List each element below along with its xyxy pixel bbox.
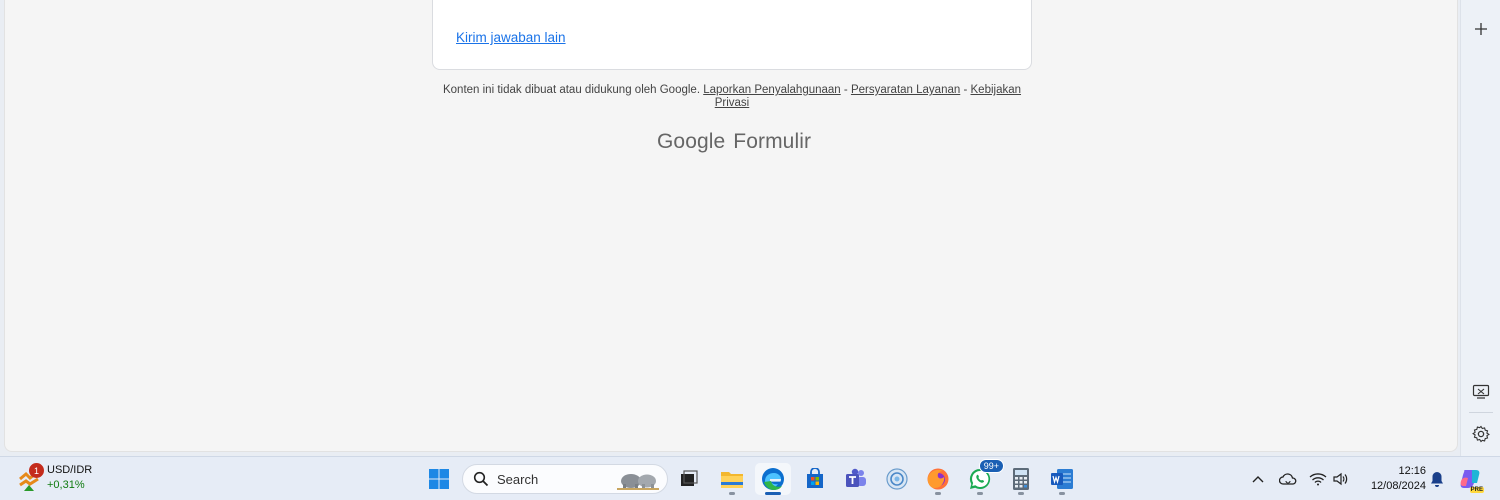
control-panel-icon[interactable] xyxy=(879,463,915,495)
microsoft-store-icon[interactable] xyxy=(797,463,833,495)
submit-another-response-link[interactable]: Kirim jawaban lain xyxy=(456,30,566,45)
footer-separator: - xyxy=(963,84,971,96)
brand-product: Formulir xyxy=(733,130,812,153)
windows-taskbar: 1 USD/IDR +0,31% Search 99+ 12:16 12/08/… xyxy=(0,456,1500,500)
system-clock[interactable]: 12:16 12/08/2024 xyxy=(1360,463,1426,495)
side-panel-divider xyxy=(1469,412,1493,413)
plus-icon[interactable] xyxy=(1469,17,1493,41)
brand-google: Google xyxy=(657,130,726,153)
search-highlight-elephants-icon xyxy=(617,474,659,490)
copilot-icon[interactable]: PRE xyxy=(1456,463,1484,495)
form-page: Kirim jawaban lain Konten ini tidak dibu… xyxy=(4,0,1458,452)
terms-of-service-link[interactable]: Persyaratan Layanan xyxy=(851,84,960,96)
onedrive-sync-icon[interactable] xyxy=(1277,463,1299,495)
taskbar-search-box[interactable]: Search xyxy=(462,464,668,494)
word-icon[interactable] xyxy=(1044,463,1080,495)
widget-badge: 1 xyxy=(29,463,44,478)
task-view-icon[interactable] xyxy=(671,463,707,495)
form-footer-note: Konten ini tidak dibuat atau didukung ol… xyxy=(432,84,1032,110)
footer-disclaimer: Konten ini tidak dibuat atau didukung ol… xyxy=(442,84,704,96)
teams-icon[interactable] xyxy=(838,463,874,495)
file-explorer-icon[interactable] xyxy=(714,463,750,495)
report-abuse-link[interactable]: Laporkan Penyalahgunaan xyxy=(703,84,840,96)
volume-icon[interactable] xyxy=(1330,463,1352,495)
notification-bell-icon[interactable] xyxy=(1428,463,1446,495)
chevron-up-icon[interactable] xyxy=(1248,463,1268,495)
wifi-icon[interactable] xyxy=(1307,463,1329,495)
search-label: Search xyxy=(497,471,539,487)
clock-time: 12:16 xyxy=(1398,465,1426,477)
confirmation-card: Kirim jawaban lain xyxy=(432,0,1032,70)
browser-viewport: Kirim jawaban lain Konten ini tidak dibu… xyxy=(0,0,1460,456)
edge-browser-icon[interactable] xyxy=(755,463,791,495)
google-forms-logo[interactable]: Google Formulir xyxy=(657,130,811,154)
widget-label: USD/IDR xyxy=(47,464,93,476)
browser-side-panel xyxy=(1460,0,1500,456)
screenshot-icon[interactable] xyxy=(1469,380,1493,404)
search-icon xyxy=(473,471,489,487)
whatsapp-badge: 99+ xyxy=(978,459,1004,473)
footer-separator: - xyxy=(843,84,851,96)
currency-widget[interactable]: 1 USD/IDR +0,31% xyxy=(14,463,104,495)
copilot-preview-badge: PRE xyxy=(1469,487,1484,493)
clock-date: 12/08/2024 xyxy=(1370,480,1426,492)
firefox-icon[interactable] xyxy=(920,463,956,495)
windows-start-icon[interactable] xyxy=(421,463,457,495)
settings-gear-icon[interactable] xyxy=(1469,422,1493,446)
whatsapp-icon[interactable]: 99+ xyxy=(962,459,1004,495)
widget-change: +0,31% xyxy=(47,479,85,491)
calculator-icon[interactable] xyxy=(1003,463,1039,495)
